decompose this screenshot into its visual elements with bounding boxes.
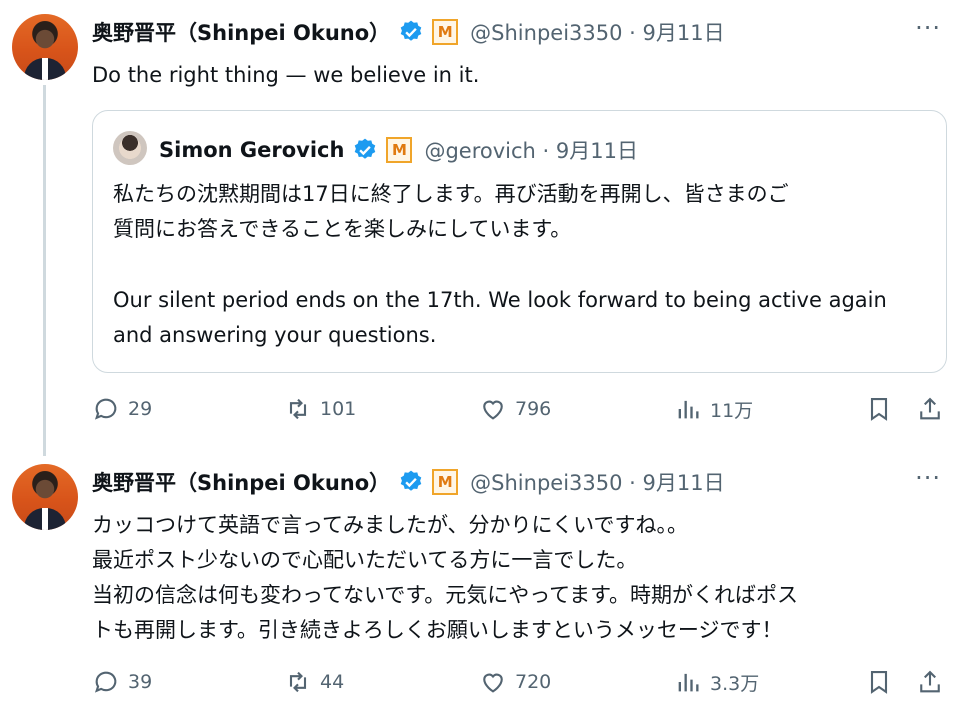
quote-text-line: Our silent period ends on the 17th. We l…: [113, 288, 887, 312]
avatar[interactable]: [12, 14, 78, 80]
views-icon: [678, 673, 699, 692]
action-bar: 29 101 796 11万: [92, 395, 947, 425]
quote-text-line: 質問にお答えできることを楽しみにしています。: [113, 217, 572, 241]
share-icon: [920, 397, 940, 420]
verified-icon: [400, 20, 422, 41]
tweet-text-line: 最近ポスト少ないので心配いただいてる方に一言でした。: [92, 548, 638, 572]
views-count: 3.3万: [710, 672, 760, 695]
bookmark-button[interactable]: [865, 668, 893, 696]
business-badge-icon: M: [432, 469, 459, 495]
bookmark-icon: [870, 671, 888, 694]
quote-avatar: [113, 131, 147, 165]
reply-button[interactable]: 29: [92, 395, 152, 423]
quote-header: Simon Gerovich M @gerovich · 9月11日: [159, 135, 638, 165]
views-button[interactable]: 11万: [674, 395, 753, 423]
author-name[interactable]: 奥野晋平（Shinpei Okuno）: [92, 467, 390, 497]
more-icon[interactable]: ···: [915, 14, 941, 42]
repost-count: 44: [320, 671, 345, 693]
repost-button[interactable]: 101: [284, 395, 356, 423]
handle-date[interactable]: @Shinpei3350 · 9月11日: [470, 17, 724, 47]
verified-icon: [400, 470, 422, 491]
like-button[interactable]: 796: [479, 395, 551, 423]
tweet-header: 奥野晋平（Shinpei Okuno） M @Shinpei3350 · 9月1…: [92, 467, 725, 497]
repost-icon: [289, 398, 307, 420]
reply-button[interactable]: 39: [92, 668, 152, 696]
quote-text-line: and answering your questions.: [113, 323, 437, 347]
like-icon: [483, 400, 503, 420]
bookmark-button[interactable]: [865, 395, 893, 423]
share-icon: [920, 670, 940, 693]
like-icon: [483, 673, 503, 693]
views-count: 11万: [710, 399, 754, 422]
repost-button[interactable]: 44: [284, 668, 344, 696]
reply-count: 29: [128, 398, 153, 420]
quote-author-name: Simon Gerovich: [159, 138, 345, 162]
reply-icon: [94, 671, 117, 693]
like-button[interactable]: 720: [479, 668, 551, 696]
tweet-text-line: トも再開します。引き続きよろしくお願いしますというメッセージです！: [92, 618, 783, 642]
views-button[interactable]: 3.3万: [674, 668, 759, 696]
action-bar: 39 44 720 3.3万: [92, 668, 947, 698]
verified-icon: [355, 138, 376, 159]
like-count: 796: [515, 398, 552, 420]
avatar[interactable]: [12, 464, 78, 530]
tweet-1[interactable]: 奥野晋平（Shinpei Okuno） M @Shinpei3350 · 9月1…: [0, 0, 961, 456]
handle-date[interactable]: @Shinpei3350 · 9月11日: [470, 467, 724, 497]
tweet-2[interactable]: 奥野晋平（Shinpei Okuno） M @Shinpei3350 · 9月1…: [0, 450, 961, 709]
tweet-text-line: 当初の信念は何も変わってないです。元気にやってます。時期がくればポス: [92, 583, 799, 607]
views-icon: [678, 400, 699, 419]
quote-handle-date: @gerovich · 9月11日: [424, 139, 638, 163]
repost-count: 101: [320, 398, 357, 420]
reply-count: 39: [128, 671, 153, 693]
business-badge-icon: M: [386, 137, 413, 163]
tweet-text-line: カッコつけて英語で言ってみましたが、分かりにくいですね。。: [92, 513, 688, 537]
more-icon[interactable]: ···: [915, 464, 941, 492]
business-badge-icon: M: [432, 19, 459, 45]
share-button[interactable]: [916, 395, 944, 423]
reply-icon: [94, 398, 117, 420]
share-button[interactable]: [916, 668, 944, 696]
quote-tweet[interactable]: Simon Gerovich M @gerovich · 9月11日 私たちの沈…: [92, 110, 947, 373]
author-name[interactable]: 奥野晋平（Shinpei Okuno）: [92, 17, 390, 47]
tweet-text: Do the right thing — we believe in it.: [92, 63, 480, 87]
thread-line: [43, 85, 46, 456]
repost-icon: [289, 671, 307, 693]
bookmark-icon: [870, 398, 888, 421]
like-count: 720: [515, 671, 552, 693]
tweet-header: 奥野晋平（Shinpei Okuno） M @Shinpei3350 · 9月1…: [92, 17, 725, 47]
quote-text-line: 私たちの沈黙期間は17日に終了します。再び活動を再開し、皆さまのご: [113, 182, 789, 206]
